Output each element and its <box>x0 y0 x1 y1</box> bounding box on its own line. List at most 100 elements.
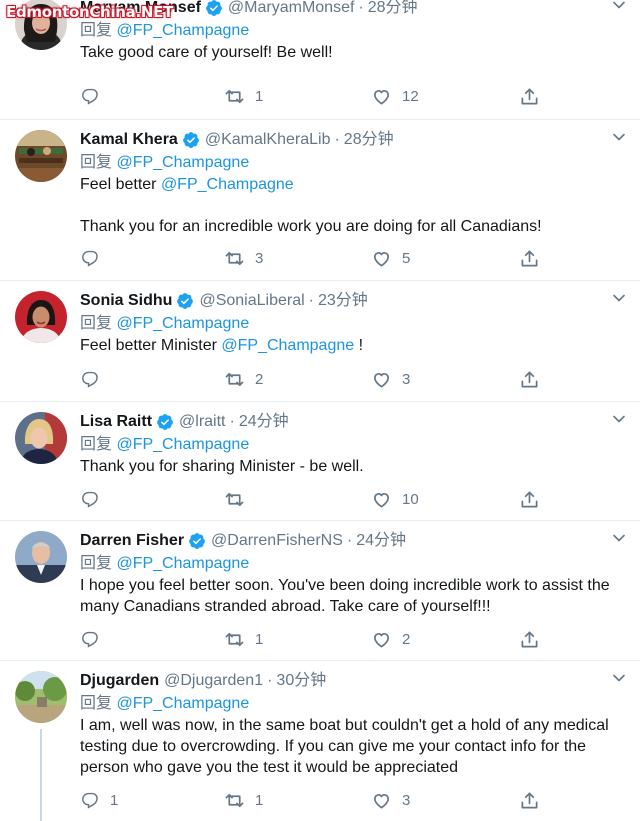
chevron-down-icon[interactable] <box>612 0 626 12</box>
mention-link[interactable]: @FP_Champagne <box>161 176 294 193</box>
retweet-button[interactable]: 1 <box>225 629 263 649</box>
tweet-actions: 10 <box>80 489 550 509</box>
author-name[interactable]: Darren Fisher <box>80 530 184 552</box>
author-name[interactable]: Kamal Khera <box>80 129 178 151</box>
retweet-count: 1 <box>255 630 264 648</box>
reply-mention-link[interactable]: @FP_Champagne <box>116 315 249 332</box>
reply-mention-link[interactable]: @FP_Champagne <box>116 154 249 171</box>
tweet-header: Kamal Khera @KamalKheraLib · 28分钟 <box>80 129 640 151</box>
avatar[interactable] <box>15 671 67 723</box>
chevron-down-icon[interactable] <box>612 412 626 426</box>
tweet-body: Darren Fisher @DarrenFisherNS · 24分钟 回复 @FP_… <box>80 530 630 617</box>
text-segment: Feel better Minister <box>80 337 222 354</box>
author-name[interactable]: Lisa Raitt <box>80 411 152 433</box>
reply-icon <box>82 250 98 267</box>
text-segment: Thank you for sharing Minister - be well… <box>80 458 364 475</box>
tweet-timestamp[interactable]: 28分钟 <box>344 129 394 151</box>
tweet-header: Darren Fisher @DarrenFisherNS · 24分钟 <box>80 530 630 552</box>
reply-prefix: 回复 <box>80 22 117 39</box>
reply-button[interactable] <box>80 489 99 509</box>
tweet-paragraph: Feel better @FP_Champagne <box>80 174 640 195</box>
like-button[interactable]: 2 <box>372 629 410 649</box>
share-button[interactable] <box>520 248 539 268</box>
tweet-paragraph: Feel better Minister @FP_Champagne ! <box>80 335 640 356</box>
reply-button[interactable] <box>80 248 99 268</box>
retweet-button[interactable]: 1 <box>225 790 263 810</box>
author-handle[interactable]: @Djugarden1 <box>164 670 263 692</box>
heart-icon <box>373 793 390 808</box>
tweet-text: Feel better Minister @FP_Champagne ! <box>80 335 640 356</box>
reply-icon <box>82 491 98 508</box>
retweet-button[interactable] <box>225 489 244 509</box>
share-button[interactable] <box>520 369 539 389</box>
share-button[interactable] <box>520 629 539 649</box>
author-handle[interactable]: @MaryamMonsef <box>228 0 355 19</box>
like-count: 12 <box>402 87 419 105</box>
like-button[interactable]: 3 <box>372 790 410 810</box>
tweet-timestamp[interactable]: 24分钟 <box>356 530 406 552</box>
tweet-timestamp[interactable]: 30分钟 <box>276 670 326 692</box>
retweet-icon <box>225 492 244 506</box>
tweet[interactable]: Sonia Sidhu @SoniaLiberal · 23分钟 回复 @FP_Cham… <box>0 281 640 402</box>
avatar-image <box>15 291 67 343</box>
author-name[interactable]: Djugarden <box>80 670 159 692</box>
like-button[interactable]: 12 <box>372 86 419 106</box>
retweet-button[interactable]: 1 <box>225 86 263 106</box>
chevron-down-icon[interactable] <box>612 130 626 144</box>
chevron-down-icon[interactable] <box>612 291 626 305</box>
share-icon <box>521 631 538 647</box>
text-segment: Feel better <box>80 176 161 193</box>
separator-dot: · <box>267 672 273 689</box>
tweet-actions: 1 1 3 <box>80 790 550 810</box>
author-handle[interactable]: @DarrenFisherNS <box>211 530 343 552</box>
tweet[interactable]: Darren Fisher @DarrenFisherNS · 24分钟 回复 @FP_… <box>0 521 640 661</box>
tweet-text: I hope you feel better soon. You've been… <box>80 575 630 617</box>
replying-to: 回复 @FP_Champagne <box>80 693 625 715</box>
retweet-icon <box>225 793 244 807</box>
watermark: EdmontonChina.NET <box>6 3 174 21</box>
avatar[interactable] <box>15 130 67 182</box>
chevron-down-icon[interactable] <box>612 671 626 685</box>
share-button[interactable] <box>520 86 539 106</box>
retweet-button[interactable]: 3 <box>225 248 263 268</box>
reply-button[interactable] <box>80 86 99 106</box>
share-button[interactable] <box>520 489 539 509</box>
like-button[interactable]: 10 <box>372 489 419 509</box>
author-handle[interactable]: @KamalKheraLib <box>205 129 331 151</box>
retweet-icon <box>225 251 244 265</box>
like-button[interactable]: 5 <box>372 248 410 268</box>
tweet-timestamp[interactable]: 24分钟 <box>239 411 289 433</box>
mention-link[interactable]: @FP_Champagne <box>221 337 354 354</box>
separator-dot: · <box>346 532 353 549</box>
author-name[interactable]: Sonia Sidhu <box>80 290 172 312</box>
heart-icon <box>373 251 390 266</box>
like-count: 5 <box>402 249 411 267</box>
author-handle[interactable]: @lraitt <box>179 411 225 433</box>
chevron-down-icon[interactable] <box>612 531 626 545</box>
avatar[interactable] <box>15 412 67 464</box>
reply-button[interactable]: 1 <box>80 790 118 810</box>
like-button[interactable]: 3 <box>372 369 410 389</box>
author-handle[interactable]: @SoniaLiberal <box>199 290 304 312</box>
tweet-body: Kamal Khera @KamalKheraLib · 28分钟 回复 @FP_Cha… <box>80 129 640 237</box>
tweet-header: Djugarden @Djugarden1 · 30分钟 <box>80 670 625 692</box>
reply-mention-link[interactable]: @FP_Champagne <box>116 695 249 712</box>
avatar[interactable] <box>15 531 67 583</box>
avatar-image <box>15 412 67 464</box>
tweet[interactable]: Djugarden @Djugarden1 · 30分钟 回复 @FP_Champagn… <box>0 661 640 821</box>
tweet[interactable]: Kamal Khera @KamalKheraLib · 28分钟 回复 @FP_Cha… <box>0 120 640 281</box>
reply-button[interactable] <box>80 369 99 389</box>
verified-badge-icon <box>189 533 205 549</box>
tweet[interactable]: Lisa Raitt @lraitt · 24分钟 回复 @FP_Champagne Th… <box>0 402 640 521</box>
reply-mention-link[interactable]: @FP_Champagne <box>116 555 249 572</box>
tweet-timestamp[interactable]: 28分钟 <box>368 0 418 19</box>
share-button[interactable] <box>520 790 539 810</box>
heart-icon <box>373 632 390 647</box>
tweet-timestamp[interactable]: 23分钟 <box>318 290 368 312</box>
reply-mention-link[interactable]: @FP_Champagne <box>116 22 249 39</box>
heart-icon <box>373 372 390 387</box>
reply-mention-link[interactable]: @FP_Champagne <box>116 436 249 453</box>
reply-button[interactable] <box>80 629 99 649</box>
retweet-button[interactable]: 2 <box>225 369 263 389</box>
avatar[interactable] <box>15 291 67 343</box>
